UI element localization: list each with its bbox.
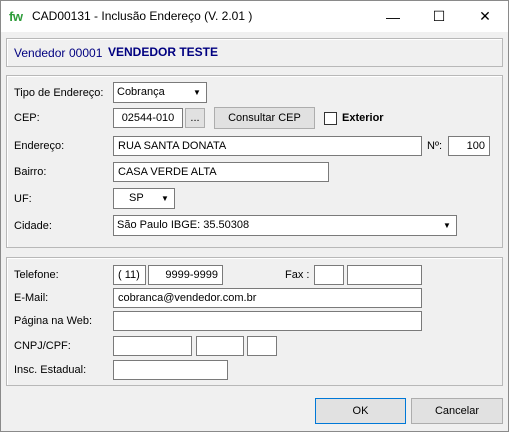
maximize-button[interactable]: ☐ (416, 1, 462, 32)
web-label: Página na Web: (14, 315, 93, 327)
ddd-field[interactable]: ( 11) (113, 265, 146, 285)
telefone-label: Telefone: (14, 269, 59, 281)
dialog-window: fw CAD00131 - Inclusão Endereço (V. 2.01… (0, 0, 509, 432)
cancel-button[interactable]: Cancelar (411, 398, 503, 424)
ok-button[interactable]: OK (315, 398, 406, 424)
uf-label: UF: (14, 193, 32, 205)
vendor-name: VENDEDOR TESTE (108, 45, 219, 59)
contact-panel: Telefone: ( 11) 9999-9999 Fax : E-Mail: … (6, 257, 503, 386)
tipo-endereco-select[interactable]: Cobrança ▼ (113, 82, 207, 103)
fw-logo-icon: fw (9, 9, 23, 24)
cidade-label: Cidade: (14, 220, 52, 232)
endereco-field[interactable]: RUA SANTA DONATA (113, 136, 422, 156)
cidade-select[interactable]: São Paulo IBGE: 35.50308 ▼ (113, 215, 457, 236)
exterior-label: Exterior (342, 112, 384, 124)
fax-ddd-field[interactable] (314, 265, 344, 285)
title-bar: fw CAD00131 - Inclusão Endereço (V. 2.01… (1, 1, 508, 32)
email-field[interactable]: cobranca@vendedor.com.br (113, 288, 422, 308)
cnpj-field-3[interactable] (247, 336, 277, 356)
email-label: E-Mail: (14, 292, 49, 304)
cep-lookup-button[interactable]: ... (185, 108, 205, 128)
ie-field[interactable] (113, 360, 228, 380)
numero-field[interactable]: 100 (448, 136, 490, 156)
cep-label: CEP: (14, 112, 40, 124)
minimize-button[interactable]: — (370, 1, 416, 32)
consultar-cep-button[interactable]: Consultar CEP (214, 107, 315, 129)
telefone-field[interactable]: 9999-9999 (148, 265, 223, 285)
uf-value: SP (129, 192, 144, 204)
vendor-code: 00001 (69, 46, 103, 60)
cancel-button-label: Cancelar (434, 405, 480, 417)
minimize-icon: — (386, 8, 400, 25)
cnpj-field-1[interactable] (113, 336, 192, 356)
cidade-value: São Paulo IBGE: 35.50308 (117, 219, 250, 231)
fax-field[interactable] (347, 265, 422, 285)
tipo-endereco-value: Cobrança (117, 86, 165, 98)
chevron-down-icon[interactable]: ▼ (439, 217, 455, 234)
chevron-down-icon[interactable]: ▼ (189, 84, 205, 101)
exterior-checkbox[interactable] (324, 112, 337, 125)
vendor-panel: Vendedor 00001 VENDEDOR TESTE (6, 38, 503, 67)
endereco-label: Endereço: (14, 140, 65, 152)
cep-field[interactable]: 02544-010 (113, 108, 183, 128)
bairro-label: Bairro: (14, 166, 47, 178)
ie-label: Insc. Estadual: (14, 364, 87, 376)
cnpj-label: CNPJ/CPF: (14, 340, 71, 352)
window-title: CAD00131 - Inclusão Endereço (V. 2.01 ) (32, 9, 253, 23)
maximize-icon: ☐ (432, 8, 446, 24)
numero-label: Nº: (427, 140, 443, 152)
bairro-field[interactable]: CASA VERDE ALTA (113, 162, 329, 182)
close-button[interactable]: ✕ (462, 1, 508, 32)
tipo-endereco-label: Tipo de Endereço: (14, 87, 104, 99)
uf-select[interactable]: SP ▼ (113, 188, 175, 209)
address-panel: Tipo de Endereço: Cobrança ▼ CEP: 02544-… (6, 75, 503, 248)
cnpj-field-2[interactable] (196, 336, 244, 356)
web-field[interactable] (113, 311, 422, 331)
close-icon: ✕ (479, 8, 491, 24)
chevron-down-icon[interactable]: ▼ (157, 190, 173, 207)
fax-label: Fax : (285, 269, 310, 281)
vendor-label: Vendedor (14, 46, 66, 60)
